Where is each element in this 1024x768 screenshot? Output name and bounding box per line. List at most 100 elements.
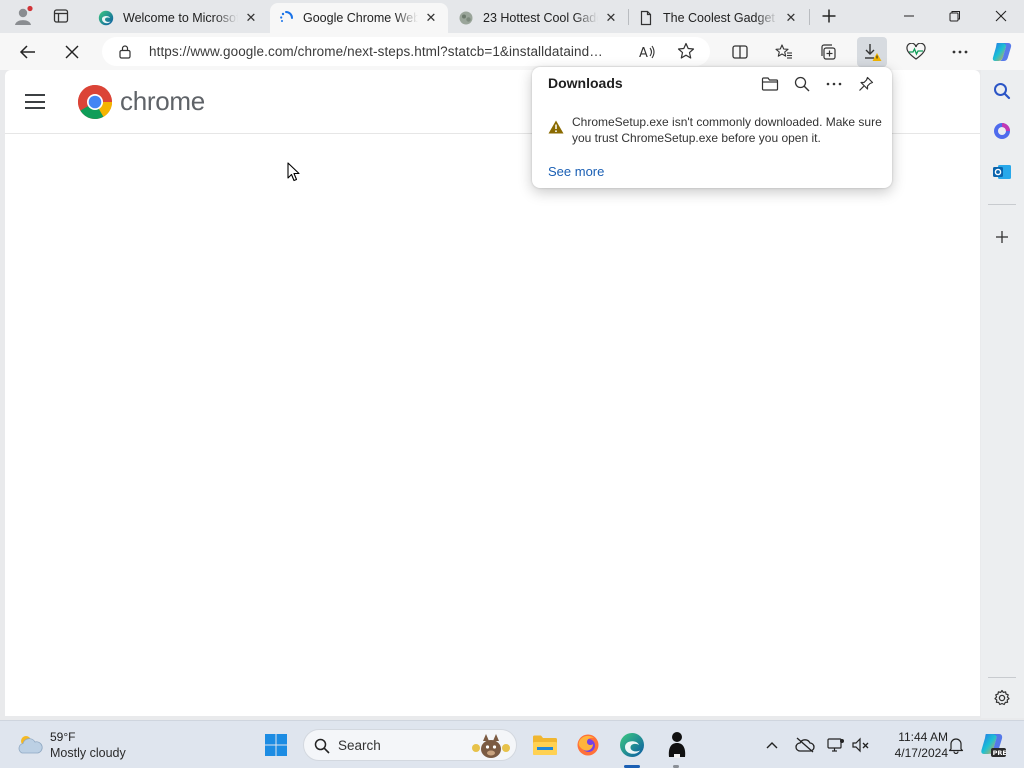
close-tab-icon[interactable]: ✕ xyxy=(782,9,800,27)
edge-icon xyxy=(620,733,644,757)
sidebar-copilot-button[interactable] xyxy=(989,118,1015,144)
url-text: https://www.google.com/chrome/next-steps… xyxy=(149,44,603,59)
volume-muted-icon xyxy=(852,737,869,753)
profile-icon xyxy=(15,5,33,25)
taskbar-app-silhouette[interactable] xyxy=(661,729,693,761)
back-arrow-icon xyxy=(19,45,35,59)
favorites-button[interactable] xyxy=(769,37,799,67)
plus-icon xyxy=(996,231,1008,243)
pin-icon[interactable] xyxy=(854,72,878,96)
weather-widget[interactable]: 59°F Mostly cloudy xyxy=(0,721,140,768)
copilot-pre-icon: PRE xyxy=(981,734,1006,757)
weather-description: Mostly cloudy xyxy=(50,746,126,760)
edge-icon xyxy=(98,10,114,26)
folder-icon xyxy=(533,735,557,755)
chrome-logo-icon[interactable] xyxy=(77,84,113,120)
search-highlight-icon xyxy=(472,734,510,758)
more-icon xyxy=(952,50,968,54)
show-hidden-icons-button[interactable] xyxy=(762,735,782,755)
collections-icon xyxy=(821,44,836,60)
vertical-tabs-icon xyxy=(53,9,69,23)
tab-welcome-edge[interactable]: Welcome to Microsoft Edge ✕ xyxy=(90,3,268,33)
chevron-up-icon xyxy=(766,742,778,749)
mouse-cursor-icon xyxy=(287,162,300,182)
sidebar-divider xyxy=(988,204,1016,205)
windows-logo-icon xyxy=(265,734,287,756)
copilot-button[interactable] xyxy=(987,37,1017,67)
taskbar-edge[interactable] xyxy=(616,729,648,761)
windows-taskbar: 59°F Mostly cloudy Search 11:44 AM 4/17/… xyxy=(0,720,1024,768)
weather-temperature: 59°F xyxy=(50,730,76,744)
clock-date: 4/17/2024 xyxy=(894,746,948,760)
address-bar[interactable]: https://www.google.com/chrome/next-steps… xyxy=(102,37,710,66)
person-silhouette-icon xyxy=(668,732,686,758)
download-warning-icon xyxy=(865,44,882,61)
system-clock[interactable]: 11:44 AM 4/17/2024 xyxy=(880,729,948,761)
minimize-icon xyxy=(904,15,914,17)
split-screen-icon xyxy=(732,45,748,59)
page-icon xyxy=(638,10,654,26)
tab-title: The Coolest Gadget To Buy xyxy=(663,11,778,25)
restore-button[interactable] xyxy=(932,0,978,32)
hamburger-menu-icon[interactable] xyxy=(25,94,45,109)
more-options-icon[interactable] xyxy=(822,72,846,96)
open-downloads-folder-icon[interactable] xyxy=(758,72,782,96)
taskbar-firefox[interactable] xyxy=(572,729,604,761)
sidebar-add-button[interactable] xyxy=(989,224,1015,250)
sidebar-outlook-button[interactable] xyxy=(989,159,1015,185)
start-button[interactable] xyxy=(260,729,292,761)
copilot-icon xyxy=(992,43,1012,61)
svg-text:PRE: PRE xyxy=(993,749,1006,757)
copilot-taskbar-button[interactable]: PRE xyxy=(978,731,1006,759)
restore-icon xyxy=(949,11,960,22)
sidebar-divider xyxy=(988,677,1016,678)
chrome-wordmark[interactable]: chrome xyxy=(120,86,205,117)
onedrive-tray-icon[interactable] xyxy=(795,735,815,755)
collections-button[interactable] xyxy=(813,37,843,67)
warning-icon xyxy=(548,120,564,134)
downloads-title: Downloads xyxy=(548,75,623,91)
gear-icon xyxy=(994,689,1010,706)
sidebar-search-button[interactable] xyxy=(989,78,1015,104)
minimize-button[interactable] xyxy=(886,0,932,32)
gadget-site-icon xyxy=(458,10,474,26)
svg-text:A: A xyxy=(639,46,648,61)
favorite-star-icon[interactable] xyxy=(677,42,695,65)
browser-essentials-button[interactable] xyxy=(901,37,931,67)
close-tab-icon[interactable]: ✕ xyxy=(422,9,440,27)
tab-separator xyxy=(628,9,629,25)
lock-icon[interactable] xyxy=(118,44,132,64)
close-tab-icon[interactable]: ✕ xyxy=(242,9,260,27)
taskbar-search-box[interactable]: Search xyxy=(303,729,517,761)
heart-pulse-icon xyxy=(906,43,926,60)
search-downloads-icon[interactable] xyxy=(790,72,814,96)
favorites-icon xyxy=(775,44,792,59)
tab-separator xyxy=(809,9,810,25)
bell-icon xyxy=(948,738,964,754)
notifications-button[interactable] xyxy=(946,735,966,755)
downloads-button[interactable] xyxy=(857,37,887,67)
taskbar-file-explorer[interactable] xyxy=(529,729,561,761)
firefox-icon xyxy=(577,734,599,756)
tab-google-chrome[interactable]: Google Chrome Web Browser ✕ xyxy=(270,3,448,33)
new-tab-button[interactable] xyxy=(812,2,846,30)
close-tab-icon[interactable]: ✕ xyxy=(602,9,620,27)
read-aloud-icon[interactable]: A xyxy=(638,43,656,66)
see-more-link[interactable]: See more xyxy=(548,164,604,179)
stop-loading-button[interactable] xyxy=(57,37,87,67)
back-button[interactable] xyxy=(13,37,43,67)
tab-hottest-gadgets[interactable]: 23 Hottest Cool Gadgets ✕ xyxy=(450,3,628,33)
split-screen-button[interactable] xyxy=(725,37,755,67)
network-icon xyxy=(827,738,844,752)
edge-sidebar xyxy=(981,70,1024,718)
volume-tray-icon[interactable] xyxy=(851,735,871,755)
network-tray-icon[interactable] xyxy=(826,735,846,755)
close-window-button[interactable] xyxy=(978,0,1024,32)
sidebar-settings-button[interactable] xyxy=(989,685,1015,711)
tab-coolest-gadget[interactable]: The Coolest Gadget To Buy ✕ xyxy=(630,3,808,33)
stop-icon xyxy=(65,45,79,59)
downloads-flyout: Downloads ChromeSetup.exe isn't commonly… xyxy=(532,67,892,188)
tab-actions-button[interactable] xyxy=(44,2,78,30)
profile-button[interactable] xyxy=(6,2,40,30)
settings-more-button[interactable] xyxy=(945,37,975,67)
